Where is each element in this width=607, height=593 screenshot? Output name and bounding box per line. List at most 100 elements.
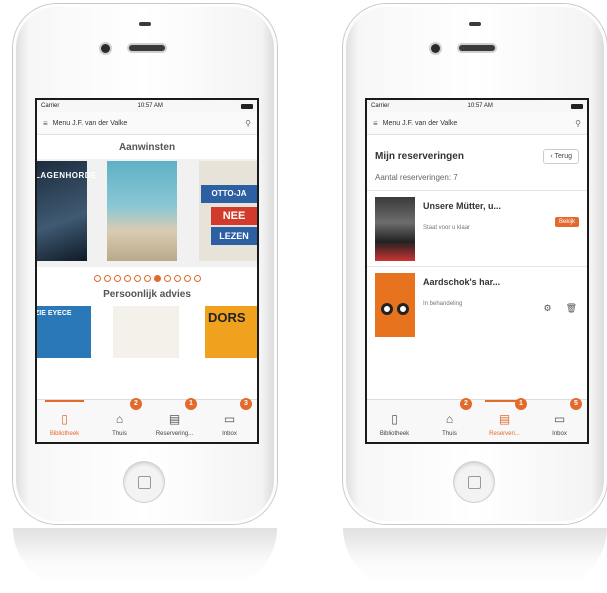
book-cover-text: OTTO-JA	[201, 185, 257, 203]
book-cover-text: LAGENHORDE	[35, 171, 97, 180]
book-cover-text: LEZEN	[211, 227, 257, 245]
owl-eye	[381, 303, 393, 315]
badge: 5	[570, 398, 582, 410]
carousel-dot[interactable]	[103, 275, 111, 282]
page-header: Mijn reserveringen ‹ Terug	[367, 139, 587, 173]
carrier-label: Carrier	[41, 103, 60, 109]
carousel-dot[interactable]	[93, 275, 101, 282]
trash-icon[interactable]: 🗑	[566, 303, 577, 314]
tab-reserveringen[interactable]: 1 ▤ Reservering...	[147, 398, 202, 442]
carousel-dot[interactable]	[143, 275, 151, 282]
inbox-icon: ▭	[223, 412, 236, 426]
tab-bibliotheek[interactable]: ▯ Bibliotheek	[367, 400, 422, 442]
list-item-info: Unsere Mütter, u... Staat voor u klaar	[423, 197, 579, 260]
carousel-dot[interactable]	[113, 275, 121, 282]
top-button	[139, 22, 151, 26]
reservations-icon: ▤	[168, 412, 181, 426]
gear-icon[interactable]: ⚙	[543, 303, 551, 314]
book-cover[interactable]: DORS	[205, 306, 257, 358]
tab-thuis[interactable]: 2 ⌂ Thuis	[422, 398, 477, 442]
tab-bar: ▯ Bibliotheek 2 ⌂ Thuis 1 ▤ Reservering.…	[37, 398, 257, 442]
tab-thuis[interactable]: 2 ⌂ Thuis	[92, 398, 147, 442]
book-carousel[interactable]: LAGENHORDE OTTO-JA NEE LEZEN	[37, 159, 257, 267]
home-icon: ⌂	[445, 412, 454, 426]
camera	[431, 44, 440, 53]
library-icon: ▯	[61, 412, 68, 426]
inbox-icon: ▭	[553, 412, 566, 426]
book-cover[interactable]: OTTO-JA NEE LEZEN	[199, 161, 257, 261]
tab-label: Thuis	[112, 431, 127, 437]
speaker	[459, 45, 495, 51]
list-item[interactable]: Unsere Mütter, u... Staat voor u klaar B…	[367, 190, 587, 266]
menu-icon[interactable]: ≡	[373, 119, 378, 128]
tab-label: Inbox	[552, 431, 567, 437]
book-title: Aardschok's har...	[423, 277, 501, 287]
search-icon[interactable]: ⚲	[575, 119, 581, 128]
book-cover	[375, 273, 415, 337]
carousel-dot[interactable]	[133, 275, 141, 282]
badge: 3	[240, 398, 252, 410]
reservation-count: Aantal reserveringen: 7	[375, 173, 458, 182]
advies-row: ZIE EYECE DORS	[37, 306, 257, 358]
tab-reserveringen[interactable]: 1 ▤ Reserveri...	[477, 398, 532, 442]
tab-bar: ▯ Bibliotheek 2 ⌂ Thuis 1 ▤ Reserveri...…	[367, 398, 587, 442]
section-title-advies: Persoonlijk advies	[103, 289, 191, 300]
menu-icon[interactable]: ≡	[43, 119, 48, 128]
library-icon: ▯	[391, 412, 398, 426]
tab-inbox[interactable]: 3 ▭ Inbox	[202, 398, 257, 442]
tab-inbox[interactable]: 5 ▭ Inbox	[532, 398, 587, 442]
tab-label: Bibliotheek	[49, 431, 80, 437]
home-button[interactable]	[124, 462, 164, 502]
camera	[101, 44, 110, 53]
owl-eye	[397, 303, 409, 315]
book-cover[interactable]	[113, 306, 179, 358]
phone-reflection	[343, 528, 607, 588]
carousel-dot[interactable]	[193, 275, 201, 282]
reservations-icon: ▤	[498, 412, 511, 426]
tab-label: Thuis	[442, 431, 457, 437]
carousel-dot[interactable]	[173, 275, 181, 282]
book-cover	[375, 197, 415, 261]
top-button	[469, 22, 481, 26]
nav-title: Menu J.F. van der Valke	[382, 119, 458, 127]
speaker	[129, 45, 165, 51]
search-icon[interactable]: ⚲	[245, 119, 251, 128]
battery-icon	[570, 103, 583, 109]
battery-icon	[240, 103, 253, 109]
book-cover[interactable]	[107, 161, 177, 261]
back-button[interactable]: ‹ Terug	[543, 148, 579, 164]
item-actions: ⚙ 🗑	[543, 303, 577, 314]
book-cover-text: DORS	[208, 310, 246, 325]
status-time: 10:57 AM	[467, 103, 493, 109]
home-square-icon	[138, 476, 151, 489]
book-cover-text: ZIE EYECE	[35, 310, 72, 317]
view-button[interactable]: Bekijk	[554, 217, 579, 227]
carousel-pagination[interactable]	[37, 275, 257, 282]
status-bar: Carrier 10:57 AM	[367, 100, 587, 112]
list-item[interactable]: Aardschok's har... In behandeling ⚙ 🗑	[367, 266, 587, 342]
tab-label: Bibliotheek	[379, 431, 410, 437]
tab-label: Reserveri...	[489, 431, 520, 437]
carousel-dot[interactable]	[183, 275, 191, 282]
book-cover[interactable]: LAGENHORDE	[37, 161, 96, 261]
carousel-dot[interactable]	[123, 275, 131, 282]
tab-label: Reservering...	[155, 431, 194, 437]
badge: 2	[130, 398, 142, 410]
tab-bibliotheek[interactable]: ▯ Bibliotheek	[37, 400, 92, 442]
phone-right: Carrier 10:57 AM ≡ Menu J.F. van der Val…	[343, 4, 607, 524]
book-title: Unsere Mütter, u...	[423, 201, 502, 211]
carousel-dot[interactable]	[163, 275, 171, 282]
home-icon: ⌂	[115, 412, 124, 426]
badge: 2	[460, 398, 472, 410]
screen-right: Carrier 10:57 AM ≡ Menu J.F. van der Val…	[365, 98, 589, 444]
home-square-icon	[468, 476, 481, 489]
badge: 1	[185, 398, 197, 410]
phone-reflection	[13, 528, 277, 588]
page-title: Mijn reserveringen	[375, 150, 464, 162]
screen-left: Carrier 10:57 AM ≡ Menu J.F. van der Val…	[35, 98, 259, 444]
carousel-dot[interactable]	[153, 275, 161, 282]
home-button[interactable]	[454, 462, 494, 502]
book-cover[interactable]: ZIE EYECE	[35, 306, 91, 358]
tab-label: Inbox	[222, 431, 237, 437]
section-title-aanwinsten: Aanwinsten	[118, 142, 176, 153]
